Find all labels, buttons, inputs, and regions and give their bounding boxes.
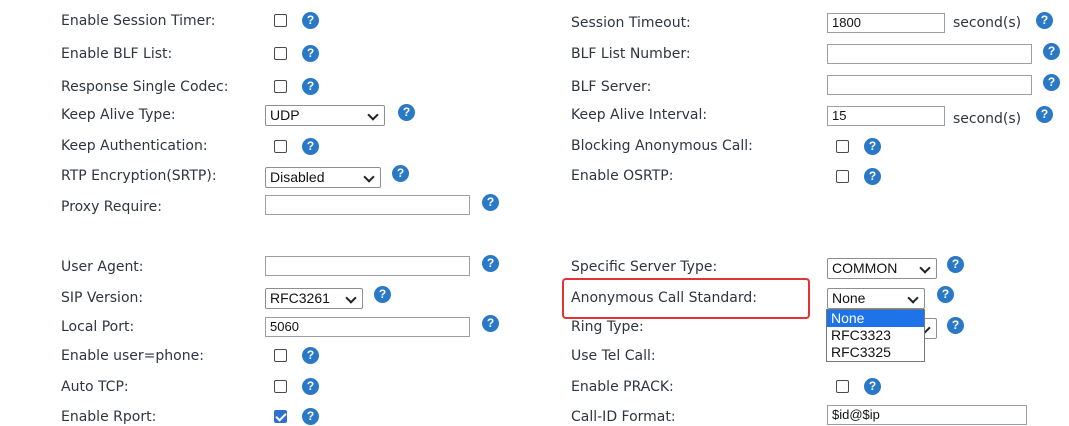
- enable-prack-checkbox[interactable]: [836, 380, 849, 393]
- chevron-down-icon: [907, 292, 919, 304]
- sip-version-select[interactable]: RFC3261: [265, 288, 363, 309]
- dropdown-option[interactable]: None: [827, 310, 924, 327]
- help-icon[interactable]: ?: [482, 315, 499, 332]
- keep-alive-interval-unit: second(s): [953, 111, 1022, 127]
- help-icon[interactable]: ?: [302, 45, 319, 62]
- help-icon[interactable]: ?: [302, 378, 319, 395]
- local-port-label: Local Port:: [61, 319, 135, 335]
- enable-user-phone-label: Enable user=phone:: [61, 348, 204, 364]
- help-icon[interactable]: ?: [302, 347, 319, 364]
- session-timeout-unit: second(s): [953, 15, 1022, 31]
- enable-session-timer-checkbox[interactable]: [274, 14, 287, 27]
- help-icon[interactable]: ?: [374, 286, 391, 303]
- keep-authentication-checkbox[interactable]: [274, 140, 287, 153]
- help-icon[interactable]: ?: [947, 317, 964, 334]
- help-icon[interactable]: ?: [1036, 106, 1053, 123]
- enable-blf-list-checkbox[interactable]: [274, 47, 287, 60]
- enable-prack-label: Enable PRACK:: [571, 379, 674, 395]
- rtp-encryption-value: Disabled: [270, 169, 325, 185]
- blf-server-label: BLF Server:: [571, 79, 652, 95]
- sip-version-value: RFC3261: [270, 290, 330, 306]
- specific-server-type-value: COMMON: [832, 260, 898, 276]
- help-icon[interactable]: ?: [302, 12, 319, 29]
- proxy-require-input[interactable]: [265, 195, 470, 215]
- help-icon[interactable]: ?: [1043, 43, 1060, 60]
- help-icon[interactable]: ?: [302, 408, 319, 425]
- enable-osrtp-label: Enable OSRTP:: [571, 168, 674, 184]
- specific-server-type-select[interactable]: COMMON: [827, 258, 937, 279]
- help-icon[interactable]: ?: [947, 256, 964, 273]
- enable-blf-list-label: Enable BLF List:: [61, 46, 173, 62]
- ring-type-label: Ring Type:: [571, 319, 644, 335]
- help-icon[interactable]: ?: [1043, 74, 1060, 91]
- enable-session-timer-label: Enable Session Timer:: [61, 13, 216, 29]
- rtp-encryption-label: RTP Encryption(SRTP):: [61, 168, 217, 184]
- keep-alive-type-value: UDP: [270, 107, 300, 123]
- proxy-require-label: Proxy Require:: [61, 199, 162, 215]
- use-tel-call-label: Use Tel Call:: [571, 348, 656, 364]
- help-icon[interactable]: ?: [398, 104, 415, 121]
- chevron-down-icon: [919, 262, 931, 274]
- help-icon[interactable]: ?: [1036, 12, 1053, 29]
- help-icon[interactable]: ?: [482, 194, 499, 211]
- sip-version-label: SIP Version:: [61, 290, 144, 306]
- help-icon[interactable]: ?: [864, 378, 881, 395]
- anonymous-call-standard-select[interactable]: None: [827, 288, 925, 309]
- call-id-format-label: Call-ID Format:: [571, 409, 676, 425]
- enable-rport-checkbox[interactable]: [274, 410, 287, 423]
- auto-tcp-label: Auto TCP:: [61, 379, 129, 395]
- keep-alive-type-label: Keep Alive Type:: [61, 107, 176, 123]
- rtp-encryption-select[interactable]: Disabled: [265, 167, 381, 188]
- enable-osrtp-checkbox[interactable]: [836, 170, 849, 183]
- response-single-codec-checkbox[interactable]: [274, 80, 287, 93]
- blf-list-number-input[interactable]: [827, 44, 1032, 64]
- chevron-down-icon: [363, 171, 375, 183]
- user-agent-label: User Agent:: [61, 259, 144, 275]
- keep-alive-interval-input[interactable]: 15: [827, 106, 945, 126]
- session-timeout-input[interactable]: 1800: [827, 13, 945, 33]
- specific-server-type-label: Specific Server Type:: [571, 259, 718, 275]
- blf-server-input[interactable]: [827, 75, 1032, 95]
- help-icon[interactable]: ?: [392, 165, 409, 182]
- chevron-down-icon: [367, 109, 379, 121]
- dropdown-option[interactable]: RFC3323: [827, 327, 924, 344]
- blocking-anonymous-call-label: Blocking Anonymous Call:: [571, 138, 753, 154]
- chevron-down-icon: [345, 292, 357, 304]
- blocking-anonymous-call-checkbox[interactable]: [836, 140, 849, 153]
- auto-tcp-checkbox[interactable]: [274, 380, 287, 393]
- keep-alive-type-select[interactable]: UDP: [265, 105, 385, 126]
- local-port-input[interactable]: 5060: [265, 317, 470, 337]
- help-icon[interactable]: ?: [864, 168, 881, 185]
- anonymous-call-standard-value: None: [832, 290, 866, 306]
- call-id-format-input[interactable]: $id@$ip: [827, 405, 1027, 425]
- session-timeout-label: Session Timeout:: [571, 15, 691, 31]
- anonymous-call-standard-dropdown: None RFC3323 RFC3325: [826, 309, 925, 362]
- keep-authentication-label: Keep Authentication:: [61, 138, 208, 154]
- help-icon[interactable]: ?: [937, 286, 954, 303]
- keep-alive-interval-label: Keep Alive Interval:: [571, 107, 708, 123]
- enable-rport-label: Enable Rport:: [61, 409, 157, 425]
- help-icon[interactable]: ?: [864, 138, 881, 155]
- help-icon[interactable]: ?: [302, 138, 319, 155]
- enable-user-phone-checkbox[interactable]: [274, 349, 287, 362]
- highlight-annotation-box: [562, 278, 810, 319]
- response-single-codec-label: Response Single Codec:: [61, 79, 229, 95]
- dropdown-option[interactable]: RFC3325: [827, 344, 924, 361]
- help-icon[interactable]: ?: [302, 78, 319, 95]
- help-icon[interactable]: ?: [482, 255, 499, 272]
- user-agent-input[interactable]: [265, 256, 470, 276]
- blf-list-number-label: BLF List Number:: [571, 46, 691, 62]
